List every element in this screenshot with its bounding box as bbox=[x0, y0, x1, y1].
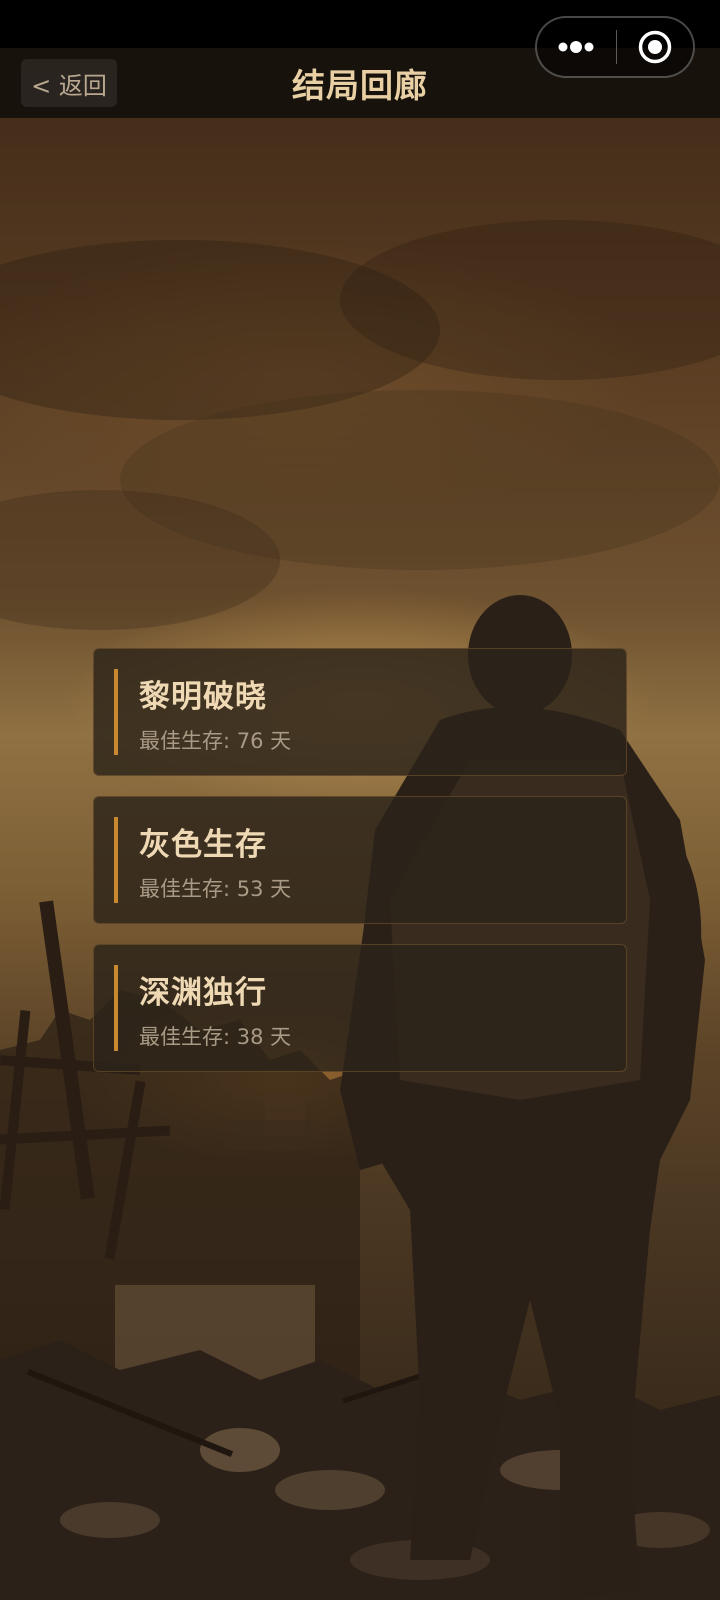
target-circle-icon bbox=[638, 30, 672, 64]
ending-title: 深渊独行 bbox=[139, 975, 267, 1011]
ending-best-survival: 最佳生存: 76 天 bbox=[139, 729, 292, 753]
more-dots-icon bbox=[558, 41, 594, 53]
ending-title: 灰色生存 bbox=[139, 827, 267, 863]
ending-best-survival: 最佳生存: 53 天 bbox=[139, 877, 292, 901]
card-accent-bar bbox=[114, 965, 118, 1051]
more-button[interactable] bbox=[537, 18, 615, 76]
close-mini-program-button[interactable] bbox=[617, 18, 693, 76]
ending-card-dawn[interactable]: 黎明破晓 最佳生存: 76 天 bbox=[93, 648, 627, 776]
screen: < 返回 结局回廊 黎明破晓 最佳生存: 76 天 灰色生存 最佳生存: 53 … bbox=[0, 0, 720, 1600]
ending-card-gray[interactable]: 灰色生存 最佳生存: 53 天 bbox=[93, 796, 627, 924]
card-accent-bar bbox=[114, 817, 118, 903]
back-button[interactable]: < 返回 bbox=[21, 59, 117, 107]
mini-program-capsule bbox=[535, 16, 695, 78]
card-accent-bar bbox=[114, 669, 118, 755]
ending-best-survival: 最佳生存: 38 天 bbox=[139, 1025, 292, 1049]
ending-card-abyss[interactable]: 深渊独行 最佳生存: 38 天 bbox=[93, 944, 627, 1072]
ending-title: 黎明破晓 bbox=[139, 679, 267, 715]
